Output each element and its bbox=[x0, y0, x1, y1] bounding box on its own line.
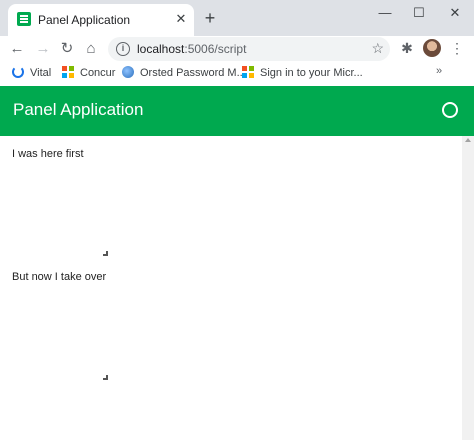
close-tab-icon[interactable]: ✕ bbox=[173, 11, 189, 27]
new-tab-button[interactable]: + bbox=[200, 8, 220, 28]
scroll-up-icon[interactable] bbox=[465, 138, 471, 142]
app-header: Panel Application bbox=[0, 86, 474, 136]
more-bookmarks-icon[interactable]: » bbox=[436, 65, 442, 77]
url-text[interactable]: localhost:5006/script bbox=[137, 42, 246, 56]
reload-icon[interactable]: ↻ bbox=[56, 38, 78, 60]
minimize-button[interactable]: — bbox=[370, 2, 400, 24]
bookmark-orsted-password[interactable]: Orsted Password M... bbox=[122, 65, 246, 81]
pane-text: I was here first bbox=[12, 148, 84, 160]
bookmark-label: Sign in to your Micr... bbox=[260, 67, 363, 79]
url-host: localhost bbox=[137, 42, 185, 56]
pane-text: But now I take over bbox=[12, 271, 107, 283]
bookmarks-bar: Vital Concur Orsted Password M... Sign i… bbox=[0, 62, 474, 84]
bookmark-label: Concur bbox=[80, 67, 116, 79]
microsoft-icon bbox=[62, 66, 74, 78]
globe-icon bbox=[122, 66, 134, 78]
panel-icon bbox=[17, 12, 31, 26]
main-content bbox=[0, 136, 474, 440]
browser-toolbar: ← → ↻ ⌂ i localhost:5006/script ☆ ✱ ⋮ bbox=[0, 36, 474, 62]
tab-title: Panel Application bbox=[38, 13, 131, 27]
vertical-scrollbar[interactable] bbox=[462, 136, 474, 440]
power-icon bbox=[12, 66, 24, 78]
extensions-icon[interactable]: ✱ bbox=[398, 39, 416, 57]
forward-icon[interactable]: → bbox=[32, 38, 54, 60]
bookmark-label: Orsted Password M... bbox=[140, 67, 246, 79]
bookmark-vital[interactable]: Vital bbox=[12, 65, 51, 81]
bookmark-star-icon[interactable]: ☆ bbox=[371, 40, 384, 57]
home-icon[interactable]: ⌂ bbox=[80, 38, 102, 60]
url-path: :5006/script bbox=[184, 42, 247, 56]
microsoft-icon bbox=[242, 66, 254, 78]
info-icon[interactable]: i bbox=[116, 42, 130, 56]
profile-avatar[interactable] bbox=[423, 39, 441, 57]
resize-handle-icon[interactable] bbox=[103, 375, 108, 380]
app-title: Panel Application bbox=[13, 100, 144, 119]
tab-strip: Panel Application ✕ + — ☐ ✕ bbox=[0, 0, 474, 36]
busy-indicator-icon bbox=[442, 102, 458, 118]
bookmark-concur[interactable]: Concur bbox=[62, 65, 115, 81]
bookmark-sign-in-microsoft[interactable]: Sign in to your Micr... bbox=[242, 65, 363, 81]
browser-tab[interactable]: Panel Application ✕ bbox=[8, 4, 194, 36]
menu-icon[interactable]: ⋮ bbox=[448, 39, 466, 57]
resize-handle-icon[interactable] bbox=[103, 251, 108, 256]
close-window-button[interactable]: ✕ bbox=[440, 2, 470, 24]
maximize-button[interactable]: ☐ bbox=[404, 2, 434, 24]
address-bar[interactable]: i localhost:5006/script ☆ bbox=[108, 37, 390, 61]
bookmark-label: Vital bbox=[30, 67, 52, 79]
back-icon[interactable]: ← bbox=[6, 38, 28, 60]
